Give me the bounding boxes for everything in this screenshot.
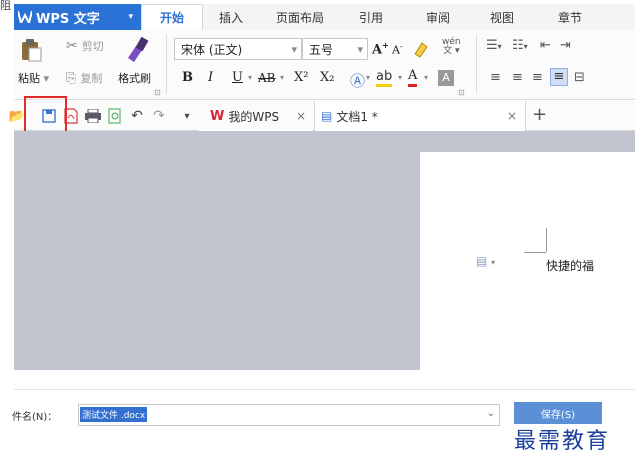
distributed-button[interactable]: ⊟ xyxy=(574,70,585,85)
new-tab-icon[interactable]: + xyxy=(532,104,547,125)
close-icon[interactable]: × xyxy=(296,109,306,123)
paste-label: 粘贴 xyxy=(18,72,40,85)
tab-chapter[interactable]: 章节 xyxy=(540,4,600,30)
chevron-down-icon[interactable]: ▾ xyxy=(366,73,370,82)
grow-font-button[interactable]: A+ xyxy=(372,40,389,57)
tab-references[interactable]: 引用 xyxy=(343,4,399,30)
app-menu-button[interactable]: WPS 文字 ▾ xyxy=(14,4,141,30)
align-left-button[interactable]: ≡ xyxy=(490,70,501,85)
divider xyxy=(166,34,167,94)
dialog-launcher-icon[interactable]: ⊡ xyxy=(154,88,161,97)
chevron-down-icon[interactable]: ▾ xyxy=(398,73,402,82)
print-icon[interactable] xyxy=(84,107,102,125)
filename-input[interactable]: 测试文件 .docx ⌄ xyxy=(78,404,500,426)
tab-review[interactable]: 审阅 xyxy=(408,4,468,30)
ribbon: 粘贴 ▾ ✂ 剪切 ⎘ 复制 格式刷 ⊡ 宋体 (正文) ▾ 五号 ▾ A+ A… xyxy=(14,30,635,100)
bold-button[interactable]: B xyxy=(182,70,193,85)
document-page[interactable]: 快捷的福 xyxy=(420,152,635,370)
doc-icon: ▤ xyxy=(321,109,333,123)
tab-doc1[interactable]: ▤ 文档1 * × xyxy=(314,101,526,131)
divider xyxy=(14,389,635,390)
align-right-button[interactable]: ≡ xyxy=(532,70,543,85)
chevron-down-icon[interactable]: ⌄ xyxy=(487,408,495,419)
font-color-button[interactable]: A xyxy=(408,68,418,87)
align-center-button[interactable]: ≡ xyxy=(512,70,523,85)
tab-insert[interactable]: 插入 xyxy=(205,4,257,30)
increase-indent-button[interactable]: ⇥ xyxy=(560,38,571,53)
numbering-button[interactable]: ☷▾ xyxy=(512,38,528,53)
highlight-icon[interactable]: ab xyxy=(376,69,393,87)
divider xyxy=(476,34,477,94)
redo-icon[interactable]: ↷ xyxy=(150,107,168,125)
cut-label: 剪切 xyxy=(81,40,104,53)
font-name-select[interactable]: 宋体 (正文) ▾ xyxy=(174,38,302,60)
copy-button[interactable]: ⎘ 复制 xyxy=(66,70,102,86)
copy-icon: ⎘ xyxy=(66,70,77,86)
format-painter-button[interactable]: 格式刷 xyxy=(118,70,151,86)
copy-label: 复制 xyxy=(80,72,103,85)
chevron-down-icon: ▾ xyxy=(128,12,133,22)
tab-start[interactable]: 开始 xyxy=(141,4,203,30)
undo-icon[interactable]: ↶ xyxy=(128,107,146,125)
wps-logo-icon xyxy=(18,11,32,23)
cut-button[interactable]: ✂ 剪切 xyxy=(66,38,104,54)
page-margin-mark xyxy=(524,252,546,253)
superscript-button[interactable]: X² xyxy=(294,70,308,85)
tab-mywps-label: 我的WPS xyxy=(228,109,280,124)
tab-view[interactable]: 视图 xyxy=(472,4,532,30)
app-title: WPS 文字 xyxy=(36,11,100,27)
customize-toolbar-icon[interactable]: ▾ xyxy=(178,107,196,125)
filename-value: 测试文件 .docx xyxy=(80,407,148,422)
paste-button[interactable]: 粘贴 ▾ xyxy=(18,70,49,86)
save-button[interactable]: 保存(S) xyxy=(514,402,602,424)
font-size-select[interactable]: 五号 ▾ xyxy=(302,38,368,60)
text-effect-icon[interactable]: Ⓐ xyxy=(350,70,365,91)
decrease-indent-button[interactable]: ⇤ xyxy=(540,38,551,53)
shrink-font-button[interactable]: A- xyxy=(392,42,403,57)
corner-glyph: 阻 xyxy=(0,0,11,12)
paste-icon[interactable] xyxy=(20,38,42,62)
page-margin-mark xyxy=(546,228,547,252)
close-icon[interactable]: × xyxy=(507,109,517,123)
dialog-launcher-icon[interactable]: ⊡ xyxy=(458,88,465,97)
clear-format-icon[interactable] xyxy=(412,40,430,58)
char-shading-icon[interactable]: A xyxy=(438,70,454,86)
phonetic-guide-button[interactable]: wén 文 ▾ xyxy=(442,38,461,56)
page-text: 快捷的福 xyxy=(546,259,595,273)
filename-label: 件名(N)： xyxy=(12,412,58,423)
strikethrough-button[interactable]: AB xyxy=(258,71,275,85)
chevron-down-icon: ▾ xyxy=(43,72,50,85)
tab-page-layout[interactable]: 页面布局 xyxy=(257,4,343,30)
chevron-down-icon: ▾ xyxy=(357,42,363,56)
italic-button[interactable]: I xyxy=(208,70,213,85)
wps-logo-icon: W xyxy=(210,108,225,124)
underline-button[interactable]: U xyxy=(232,70,243,85)
font-size-value: 五号 xyxy=(309,42,334,57)
tab-doc1-label: 文档1 * xyxy=(336,109,378,124)
watermark: 最需教育 xyxy=(514,429,611,454)
scissors-icon: ✂ xyxy=(66,38,78,54)
format-painter-icon[interactable] xyxy=(124,36,150,62)
print-preview-icon[interactable] xyxy=(106,107,124,125)
chevron-down-icon[interactable]: ▾ xyxy=(424,73,428,82)
paste-options-icon[interactable]: ▤ ▾ xyxy=(476,254,495,268)
justify-button[interactable]: ≡ xyxy=(550,68,568,86)
chevron-down-icon[interactable]: ▾ xyxy=(248,73,252,82)
bullets-button[interactable]: ☰▾ xyxy=(486,38,502,53)
chevron-down-icon: ▾ xyxy=(291,42,297,56)
chevron-down-icon[interactable]: ▾ xyxy=(280,73,284,82)
font-name-value: 宋体 (正文) xyxy=(181,42,243,57)
tab-mywps[interactable]: W 我的WPS × xyxy=(198,101,312,131)
subscript-button[interactable]: X₂ xyxy=(320,70,334,85)
